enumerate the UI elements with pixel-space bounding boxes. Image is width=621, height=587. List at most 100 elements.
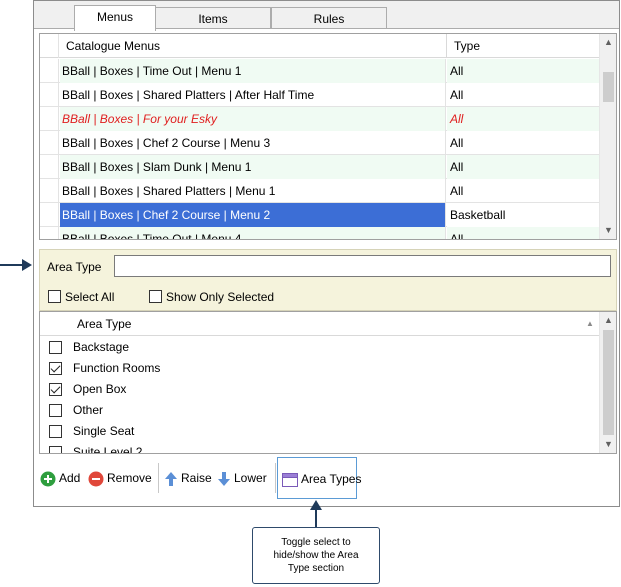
checkbox-icon[interactable] <box>49 446 62 453</box>
menu-name-cell: BBall | Boxes | Shared Platters | After … <box>60 83 446 107</box>
check-column-header <box>40 312 68 336</box>
checkbox-icon[interactable] <box>49 404 62 417</box>
add-button-label: Add <box>59 471 81 485</box>
menu-type-cell: Basketball <box>447 203 600 227</box>
row-selector[interactable] <box>40 179 59 203</box>
list-item[interactable]: Backstage <box>40 337 600 358</box>
menu-editor-window: Menus Items Rules Catalogue Menus Type B… <box>33 0 620 507</box>
menu-name-cell: BBall | Boxes | Chef 2 Course | Menu 2 <box>60 203 446 227</box>
pointer-arrow-left <box>0 259 32 271</box>
table-row[interactable]: BBall | Boxes | Time Out | Menu 1 All <box>40 59 600 83</box>
row-selector[interactable] <box>40 227 59 239</box>
menu-type-cell: All <box>447 59 600 83</box>
checkbox-checked-icon[interactable] <box>49 362 62 375</box>
menu-type-cell: All <box>447 107 600 131</box>
tab-rules[interactable]: Rules <box>271 7 387 30</box>
area-type-filter-panel: Area Type Select All Show Only Selected <box>39 249 617 311</box>
menu-name-cell: BBall | Boxes | Time Out | Menu 1 <box>60 59 446 83</box>
scroll-down-icon[interactable]: ▼ <box>600 222 616 239</box>
menu-type-cell: All <box>450 88 464 102</box>
table-row[interactable]: BBall | Boxes | Chef 2 Course | Menu 3 A… <box>40 131 600 155</box>
add-icon <box>40 471 56 487</box>
row-selector[interactable] <box>40 59 59 83</box>
area-type-label: Other <box>73 403 104 417</box>
table-row[interactable]: BBall | Boxes | Shared Platters | After … <box>40 83 600 107</box>
arrow-up-icon <box>165 471 177 486</box>
menu-type-cell: All <box>447 227 600 239</box>
menu-type-cell: All <box>447 155 600 179</box>
area-type-label: Suite Level 2 <box>73 445 143 454</box>
scroll-thumb[interactable] <box>603 330 614 435</box>
menu-name-cell: BBall | Boxes | Chef 2 Course | Menu 3 <box>60 131 446 155</box>
list-item[interactable]: Suite Level 2 <box>40 442 600 454</box>
menu-name-cell: BBall | Boxes | Shared Platters | Menu 1 <box>60 179 446 203</box>
select-all-checkbox[interactable]: Select All <box>48 288 114 304</box>
lower-button-label: Lower <box>234 471 267 485</box>
list-item[interactable]: Other <box>40 400 600 421</box>
menu-type-cell: All <box>450 184 464 198</box>
scroll-down-icon[interactable]: ▼ <box>600 436 616 453</box>
grid-header: Catalogue Menus Type <box>40 34 600 58</box>
area-list-scrollbar[interactable]: ▲ ▼ <box>599 312 616 453</box>
menu-type-cell: All <box>450 136 464 150</box>
checkbox-icon[interactable] <box>48 290 61 304</box>
remove-button[interactable]: Remove <box>88 457 152 499</box>
sort-ascending-icon: ▲ <box>586 319 594 328</box>
catalogue-menus-grid: Catalogue Menus Type BBall | Boxes | Tim… <box>39 33 617 240</box>
row-selector[interactable] <box>40 131 59 155</box>
row-selector[interactable] <box>40 155 59 179</box>
scroll-up-icon[interactable]: ▲ <box>600 34 616 51</box>
area-type-filter-input[interactable] <box>114 255 611 277</box>
table-row[interactable]: BBall | Boxes | Slam Dunk | Menu 1 All <box>40 155 600 179</box>
add-button[interactable]: Add <box>40 457 80 499</box>
column-header-type[interactable]: Type <box>448 34 598 58</box>
show-only-selected-label: Show Only Selected <box>166 289 275 304</box>
select-all-label: Select All <box>65 289 115 304</box>
raise-button[interactable]: Raise <box>164 457 212 499</box>
table-row[interactable]: BBall | Boxes | For your Esky All <box>40 107 600 131</box>
window-icon <box>282 472 298 487</box>
table-row[interactable]: BBall | Boxes | Shared Platters | Menu 1… <box>40 179 600 203</box>
column-header-area-type[interactable]: Area Type <box>77 312 131 336</box>
area-types-button-label: Area Types <box>301 472 362 486</box>
list-item[interactable]: Single Seat <box>40 421 600 442</box>
remove-button-label: Remove <box>107 471 152 485</box>
table-row[interactable]: BBall | Boxes | Time Out | Menu 4 All <box>40 227 600 239</box>
checkbox-icon[interactable] <box>49 341 62 354</box>
tab-strip: Menus Items Rules <box>34 5 619 31</box>
scroll-thumb[interactable] <box>603 72 614 102</box>
menu-grid-scrollbar[interactable]: ▲ ▼ <box>599 34 616 239</box>
callout-line-3: Type section <box>287 563 345 574</box>
lower-button[interactable]: Lower <box>217 457 267 499</box>
menu-name-cell: BBall | Boxes | Slam Dunk | Menu 1 <box>60 155 446 179</box>
checkbox-icon[interactable] <box>49 425 62 438</box>
show-only-selected-checkbox[interactable]: Show Only Selected <box>149 288 274 304</box>
tab-menus[interactable]: Menus <box>74 5 156 31</box>
row-selector[interactable] <box>40 83 59 107</box>
area-types-toggle-button[interactable]: Area Types <box>277 457 361 499</box>
callout-annotation: Toggle select to hide/show the Area Type… <box>252 527 380 584</box>
toolbar-divider <box>158 463 159 493</box>
tab-panel-menus: Catalogue Menus Type BBall | Boxes | Tim… <box>34 28 619 506</box>
column-header-catalogue-menus[interactable]: Catalogue Menus <box>60 34 447 58</box>
area-type-filter-label: Area Type <box>47 260 102 274</box>
row-selector[interactable] <box>40 107 59 131</box>
checkbox-checked-icon[interactable] <box>49 383 62 396</box>
area-type-list-header: Area Type ▲ <box>40 312 600 336</box>
raise-button-label: Raise <box>181 471 212 485</box>
checkbox-icon[interactable] <box>149 290 162 304</box>
row-selector[interactable] <box>40 203 59 227</box>
area-type-list: Area Type ▲ Backstage Function Rooms Ope… <box>39 311 617 454</box>
area-type-label: Single Seat <box>73 424 135 438</box>
tab-items[interactable]: Items <box>155 7 271 30</box>
scroll-up-icon[interactable]: ▲ <box>600 312 616 329</box>
table-row-selected[interactable]: BBall | Boxes | Chef 2 Course | Menu 2 B… <box>40 203 600 227</box>
area-type-label: Backstage <box>73 340 130 354</box>
list-item[interactable]: Open Box <box>40 379 600 400</box>
callout-line-1: Toggle select to <box>281 537 351 548</box>
area-type-label: Open Box <box>73 382 127 396</box>
arrow-down-icon <box>218 471 230 486</box>
remove-icon <box>88 471 104 487</box>
callout-pointer-arrow <box>310 500 322 528</box>
list-item[interactable]: Function Rooms <box>40 358 600 379</box>
